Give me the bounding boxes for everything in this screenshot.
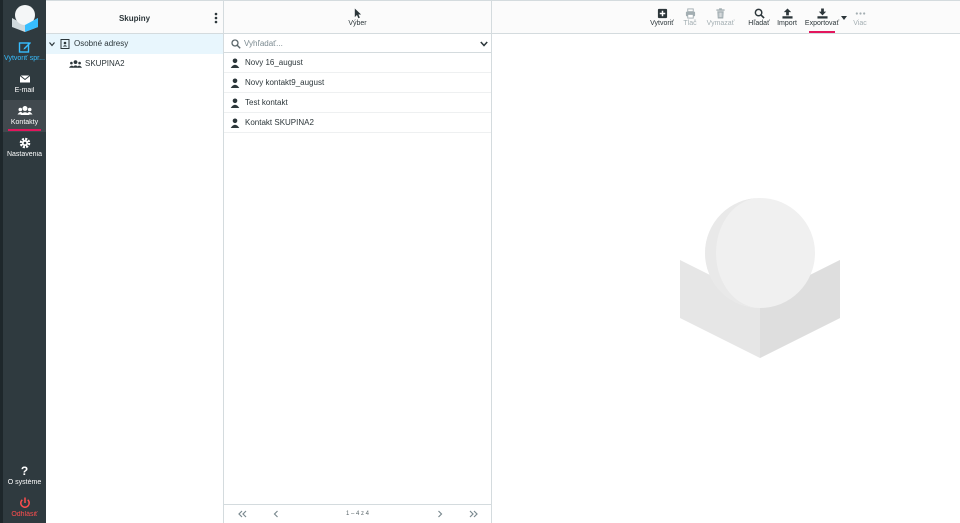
cursor-arrow-icon bbox=[354, 8, 362, 19]
settings-label: Nastavenia bbox=[6, 151, 43, 158]
search-bar bbox=[224, 34, 491, 53]
logout-label: Odhlásiť bbox=[11, 511, 38, 518]
export-label: Exportovať bbox=[804, 20, 840, 27]
contact-row[interactable]: Kontakt SKUPINA2 bbox=[224, 113, 491, 133]
print-label: Tlač bbox=[683, 20, 697, 27]
search-icon bbox=[231, 39, 241, 49]
roundcube-watermark-icon bbox=[680, 198, 840, 358]
contact-row[interactable]: Novy 16_august bbox=[224, 53, 491, 73]
group-label: Osobné adresy bbox=[74, 39, 129, 48]
gear-icon bbox=[19, 137, 30, 149]
main-navigation: Vytvoriť spr... E-mail Kontakty Nastaven… bbox=[0, 0, 46, 523]
create-label: Vytvoriť bbox=[650, 20, 674, 27]
more-horizontal-icon bbox=[855, 12, 865, 15]
pagination: 1 – 4 z 4 bbox=[224, 504, 491, 523]
select-button[interactable]: Výber bbox=[224, 6, 491, 27]
last-page-icon[interactable] bbox=[469, 510, 479, 518]
compose-button[interactable]: Vytvoriť spr... bbox=[3, 36, 46, 68]
create-button[interactable]: Vytvoriť bbox=[648, 6, 676, 27]
print-button[interactable]: Tlač bbox=[679, 6, 701, 27]
group-label: SKUPINA2 bbox=[85, 59, 125, 68]
export-button[interactable]: Exportovať bbox=[803, 6, 841, 33]
group-item-skupina2[interactable]: SKUPINA2 bbox=[46, 54, 223, 74]
groups-title: Skupiny bbox=[118, 14, 151, 23]
previous-page-icon[interactable] bbox=[273, 510, 279, 518]
contact-name: Test kontakt bbox=[245, 98, 288, 107]
group-item-personal[interactable]: Osobné adresy bbox=[46, 34, 223, 54]
about-button[interactable]: ? O systéme bbox=[3, 460, 46, 492]
next-page-icon[interactable] bbox=[437, 510, 443, 518]
import-button[interactable]: Import bbox=[776, 6, 798, 27]
delete-label: Vymazať bbox=[706, 20, 735, 27]
contacts-list-panel: Výber Novy 16_august Novy kontakt9_augus… bbox=[224, 0, 492, 523]
upload-icon bbox=[781, 8, 793, 19]
envelope-icon bbox=[19, 75, 30, 83]
chevron-down-icon[interactable] bbox=[480, 41, 488, 47]
contact-row[interactable]: Test kontakt bbox=[224, 93, 491, 113]
address-book-icon bbox=[60, 39, 70, 49]
person-icon bbox=[230, 58, 240, 68]
trash-icon bbox=[716, 8, 725, 19]
question-icon: ? bbox=[20, 464, 29, 478]
person-icon bbox=[230, 98, 240, 108]
compose-label: Vytvoriť spr... bbox=[4, 55, 45, 62]
logout-button[interactable]: Odhlásiť bbox=[3, 492, 46, 523]
caret-down-icon[interactable] bbox=[841, 16, 847, 20]
roundcube-logo[interactable] bbox=[9, 4, 41, 32]
power-icon bbox=[19, 497, 30, 508]
download-icon bbox=[816, 8, 828, 19]
mail-label: E-mail bbox=[14, 87, 35, 94]
printer-icon bbox=[685, 8, 695, 19]
settings-button[interactable]: Nastavenia bbox=[3, 132, 46, 164]
content-panel: Vytvoriť Tlač Vymazať Hľadať Import Expo… bbox=[492, 0, 960, 523]
groups-header: Skupiny bbox=[46, 0, 223, 34]
page-count: 1 – 4 z 4 bbox=[345, 511, 369, 517]
groups-panel: Skupiny Osobné adresy SKUPINA2 bbox=[46, 0, 224, 523]
contact-name: Novy 16_august bbox=[245, 58, 303, 67]
more-vertical-icon[interactable] bbox=[214, 12, 218, 24]
contact-row[interactable]: Novy kontakt9_august bbox=[224, 73, 491, 93]
more-label: Viac bbox=[853, 20, 867, 27]
delete-button[interactable]: Vymazať bbox=[703, 6, 738, 27]
import-label: Import bbox=[777, 20, 797, 27]
toolbar: Vytvoriť Tlač Vymazať Hľadať Import Expo… bbox=[492, 0, 960, 34]
chevron-down-icon[interactable] bbox=[49, 41, 55, 47]
first-page-icon[interactable] bbox=[237, 510, 247, 518]
search-button[interactable]: Hľadať bbox=[747, 6, 771, 27]
about-label: O systéme bbox=[7, 479, 42, 486]
compose-icon bbox=[18, 42, 31, 53]
list-header: Výber bbox=[224, 0, 491, 34]
search-icon bbox=[754, 8, 765, 19]
users-icon bbox=[17, 106, 32, 115]
contacts-button[interactable]: Kontakty bbox=[3, 100, 46, 132]
search-input[interactable] bbox=[244, 37, 464, 50]
person-icon bbox=[230, 78, 240, 88]
more-button[interactable]: Viac bbox=[850, 6, 870, 27]
group-icon bbox=[69, 60, 82, 68]
search-label: Hľadať bbox=[748, 20, 770, 27]
mail-button[interactable]: E-mail bbox=[3, 68, 46, 100]
contact-name: Novy kontakt9_august bbox=[245, 78, 325, 87]
plus-square-icon bbox=[657, 8, 667, 19]
person-icon bbox=[230, 118, 240, 128]
select-label: Výber bbox=[348, 20, 367, 27]
contact-name: Kontakt SKUPINA2 bbox=[245, 118, 314, 127]
contacts-label: Kontakty bbox=[10, 119, 39, 126]
